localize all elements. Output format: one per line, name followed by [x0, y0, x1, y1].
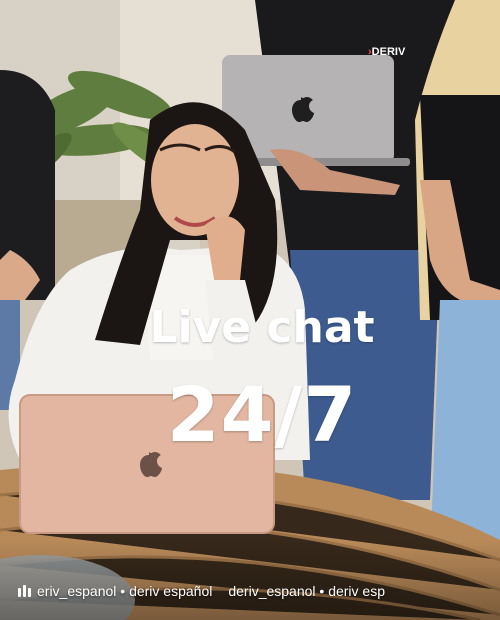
overlay-title-line1: Live chat — [149, 302, 375, 353]
audio-track-text-2: deriv_espanol • deriv esp — [228, 583, 386, 599]
shirt-logo: ›DERIV — [368, 46, 405, 58]
audio-track-text-1: eriv_espanol • deriv español — [37, 583, 213, 599]
audio-attribution[interactable]: eriv_espanol • deriv español deriv_espan… — [0, 578, 500, 604]
shirt-logo-text: DERIV — [371, 46, 406, 58]
overlay-title-line2: 24/7 — [166, 370, 358, 459]
audio-bars-icon — [18, 585, 31, 597]
reel-frame[interactable]: ›DERIV Live chat 24/7 eriv_espanol • der… — [0, 0, 500, 620]
